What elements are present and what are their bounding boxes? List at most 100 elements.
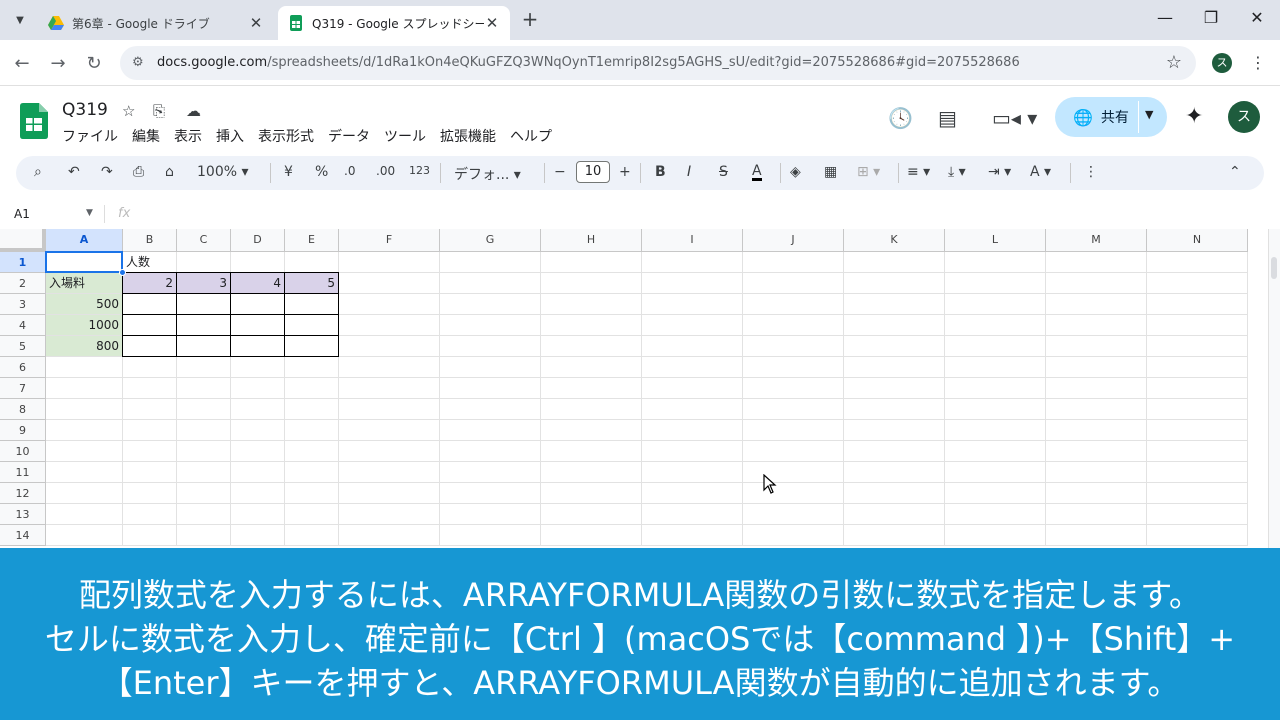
cell-h2[interactable]: [541, 273, 642, 294]
cell-e3[interactable]: [284, 293, 339, 315]
cell-e2[interactable]: 5: [284, 272, 339, 294]
cell-a12[interactable]: [46, 483, 123, 504]
column-header-e[interactable]: E: [285, 229, 339, 252]
cell-a2[interactable]: 入場料: [46, 273, 123, 294]
cell-d2[interactable]: 4: [230, 272, 285, 294]
cell-b4[interactable]: [122, 314, 177, 336]
cell-c14[interactable]: [177, 525, 231, 546]
cell-k14[interactable]: [844, 525, 945, 546]
cell-l1[interactable]: [945, 252, 1046, 273]
cell-l8[interactable]: [945, 399, 1046, 420]
document-title[interactable]: Q319: [62, 100, 108, 120]
cell-g5[interactable]: [440, 336, 541, 357]
cell-h6[interactable]: [541, 357, 642, 378]
cell-n6[interactable]: [1147, 357, 1248, 378]
cell-d12[interactable]: [231, 483, 285, 504]
column-header-l[interactable]: L: [945, 229, 1046, 252]
menu-data[interactable]: データ: [328, 126, 370, 146]
cell-j14[interactable]: [743, 525, 844, 546]
cell-g12[interactable]: [440, 483, 541, 504]
tab-drive[interactable]: 第6章 - Google ドライブ ✕: [38, 6, 274, 40]
cell-n14[interactable]: [1147, 525, 1248, 546]
cell-a5[interactable]: 800: [46, 336, 123, 357]
cell-a9[interactable]: [46, 420, 123, 441]
cell-j4[interactable]: [743, 315, 844, 336]
cell-c12[interactable]: [177, 483, 231, 504]
search-menus-icon[interactable]: ⌕: [34, 164, 42, 180]
cell-k1[interactable]: [844, 252, 945, 273]
cell-n12[interactable]: [1147, 483, 1248, 504]
row-header-5[interactable]: 5: [0, 336, 46, 357]
undo-icon[interactable]: ↶: [68, 164, 80, 180]
cell-h11[interactable]: [541, 462, 642, 483]
row-header-6[interactable]: 6: [0, 357, 46, 378]
cell-d5[interactable]: [230, 335, 285, 357]
name-box-dropdown-icon[interactable]: ▼: [86, 208, 93, 218]
cell-h7[interactable]: [541, 378, 642, 399]
cell-n1[interactable]: [1147, 252, 1248, 273]
menu-format[interactable]: 表示形式: [258, 126, 314, 146]
cell-g11[interactable]: [440, 462, 541, 483]
cell-l6[interactable]: [945, 357, 1046, 378]
omnibox[interactable]: ⚙ docs.google.com/spreadsheets/d/1dRa1kO…: [120, 46, 1196, 80]
cell-i2[interactable]: [642, 273, 743, 294]
row-header-12[interactable]: 12: [0, 483, 46, 504]
cell-b2[interactable]: 2: [122, 272, 177, 294]
zoom-select[interactable]: 100% ▾: [197, 164, 249, 180]
cell-m9[interactable]: [1046, 420, 1147, 441]
cell-f6[interactable]: [339, 357, 440, 378]
column-header-c[interactable]: C: [177, 229, 231, 252]
cell-a4[interactable]: 1000: [46, 315, 123, 336]
cell-j7[interactable]: [743, 378, 844, 399]
cell-d13[interactable]: [231, 504, 285, 525]
cell-l9[interactable]: [945, 420, 1046, 441]
cell-l5[interactable]: [945, 336, 1046, 357]
cell-j10[interactable]: [743, 441, 844, 462]
text-wrapping-icon[interactable]: ⇥ ▾: [988, 164, 1011, 180]
cell-l10[interactable]: [945, 441, 1046, 462]
cell-k11[interactable]: [844, 462, 945, 483]
cell-k8[interactable]: [844, 399, 945, 420]
cell-g9[interactable]: [440, 420, 541, 441]
cell-e6[interactable]: [285, 357, 339, 378]
cloud-status-icon[interactable]: ☁: [186, 102, 201, 120]
merge-cells-icon[interactable]: ⊞ ▾: [857, 164, 880, 180]
menu-help[interactable]: ヘルプ: [510, 126, 552, 146]
column-header-d[interactable]: D: [231, 229, 285, 252]
column-header-f[interactable]: F: [339, 229, 440, 252]
cell-m4[interactable]: [1046, 315, 1147, 336]
row-header-8[interactable]: 8: [0, 399, 46, 420]
cell-i10[interactable]: [642, 441, 743, 462]
row-header-10[interactable]: 10: [0, 441, 46, 462]
cell-j2[interactable]: [743, 273, 844, 294]
cell-k3[interactable]: [844, 294, 945, 315]
cell-m7[interactable]: [1046, 378, 1147, 399]
menu-edit[interactable]: 編集: [132, 126, 160, 146]
cell-e13[interactable]: [285, 504, 339, 525]
paint-format-icon[interactable]: ⌂: [165, 164, 174, 180]
cell-i9[interactable]: [642, 420, 743, 441]
row-header-13[interactable]: 13: [0, 504, 46, 525]
text-color-button[interactable]: A: [752, 164, 762, 181]
cell-l2[interactable]: [945, 273, 1046, 294]
cell-a14[interactable]: [46, 525, 123, 546]
borders-icon[interactable]: ▦: [824, 164, 837, 180]
print-icon[interactable]: ⎙: [133, 164, 144, 180]
cell-g7[interactable]: [440, 378, 541, 399]
cell-k6[interactable]: [844, 357, 945, 378]
cell-d14[interactable]: [231, 525, 285, 546]
cell-f13[interactable]: [339, 504, 440, 525]
forward-button[interactable]: →: [46, 53, 70, 74]
italic-button[interactable]: I: [687, 164, 691, 180]
collapse-toolbar-icon[interactable]: ⌃: [1229, 164, 1241, 180]
cell-h12[interactable]: [541, 483, 642, 504]
cell-b8[interactable]: [123, 399, 177, 420]
cell-m5[interactable]: [1046, 336, 1147, 357]
reload-button[interactable]: ↻: [82, 53, 106, 74]
star-icon[interactable]: ☆: [122, 102, 135, 120]
cell-e14[interactable]: [285, 525, 339, 546]
cell-j11[interactable]: [743, 462, 844, 483]
cell-j9[interactable]: [743, 420, 844, 441]
menu-insert[interactable]: 挿入: [216, 126, 244, 146]
fill-handle[interactable]: [119, 269, 126, 276]
